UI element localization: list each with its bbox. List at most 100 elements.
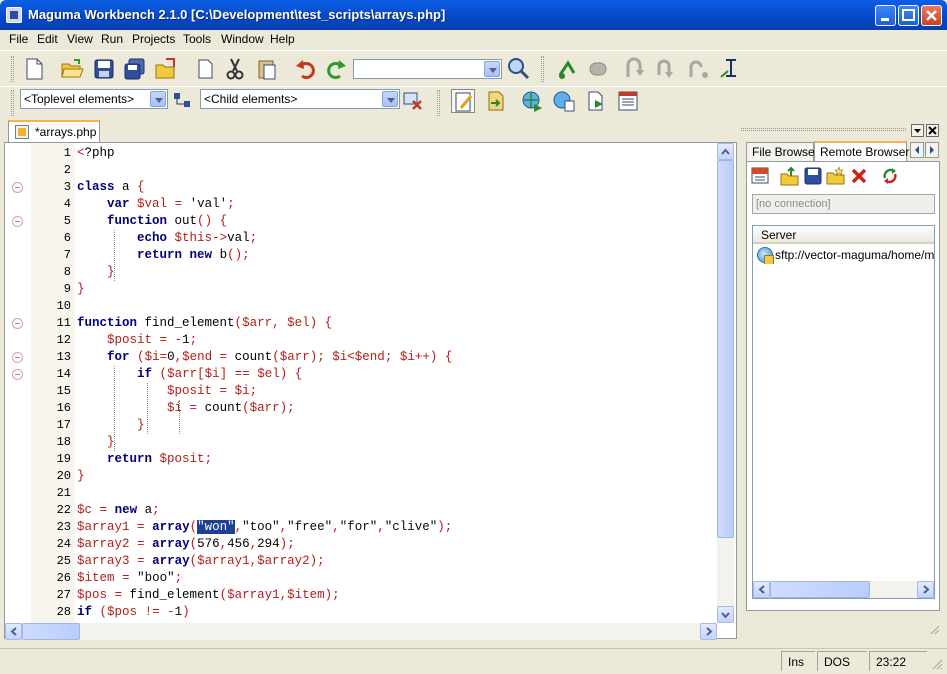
code-line[interactable]: $array2 = array(576,456,294); <box>77 536 717 553</box>
preview-web-button[interactable] <box>552 89 576 113</box>
server-list[interactable]: Server sftp://vector-maguma/home/mag <box>752 225 935 599</box>
code-line[interactable]: $i = count($arr); <box>77 400 717 417</box>
chevron-down-icon[interactable] <box>484 61 500 77</box>
code-line[interactable]: function out() { <box>77 213 717 230</box>
panel-resize-grip[interactable] <box>927 622 941 636</box>
code-line[interactable]: } <box>77 281 717 298</box>
menu-view[interactable]: View <box>67 32 93 46</box>
toolbar-grip[interactable] <box>541 56 544 82</box>
code-line[interactable]: $c = new a; <box>77 502 717 519</box>
scroll-left-button[interactable] <box>5 623 22 640</box>
tab-file-browser[interactable]: File Browser <box>746 142 819 161</box>
fold-toggle-icon[interactable] <box>12 216 23 227</box>
open-project-button[interactable] <box>154 57 178 81</box>
copy-file-button[interactable] <box>193 57 217 81</box>
fold-margin[interactable] <box>5 143 31 623</box>
tab-scroll-right-button[interactable] <box>925 142 939 158</box>
code-line[interactable]: for ($i=0,$end = count($arr); $i<$end; $… <box>77 349 717 366</box>
cut-button[interactable] <box>223 57 247 81</box>
server-list-scroll-thumb[interactable] <box>770 581 870 598</box>
menu-tools[interactable]: Tools <box>183 32 211 46</box>
code-line[interactable]: } <box>77 468 717 485</box>
edit-mode-button[interactable] <box>451 89 475 113</box>
minimize-button[interactable] <box>875 5 896 26</box>
code-line[interactable]: $posit = $i; <box>77 383 717 400</box>
code-line[interactable]: } <box>77 434 717 451</box>
code-line[interactable]: $pos = find_element($array1,$item); <box>77 587 717 604</box>
code-line[interactable]: echo $this->val; <box>77 230 717 247</box>
delete-button[interactable] <box>849 166 869 186</box>
navigate-button[interactable] <box>483 89 507 113</box>
code-line[interactable]: $item = "boo"; <box>77 570 717 587</box>
server-list-hscrollbar[interactable] <box>753 581 934 598</box>
maximize-button[interactable] <box>898 5 919 26</box>
code-line[interactable]: class a { <box>77 179 717 196</box>
menu-projects[interactable]: Projects <box>132 32 175 46</box>
horizontal-scroll-thumb[interactable] <box>22 623 80 640</box>
ftp-connect-button[interactable] <box>751 166 771 186</box>
menu-run[interactable]: Run <box>101 32 123 46</box>
vertical-scrollbar[interactable] <box>717 143 734 623</box>
tab-scroll-left-button[interactable] <box>910 142 924 158</box>
save-all-button[interactable] <box>122 57 146 81</box>
connection-field[interactable]: [no connection] <box>752 194 935 214</box>
code-line[interactable]: if ($pos != -1) <box>77 604 717 621</box>
toplevel-elements-select[interactable]: <Toplevel elements> <box>20 89 168 109</box>
paste-button[interactable] <box>255 57 279 81</box>
chevron-down-icon[interactable] <box>150 91 166 107</box>
breakpoint-button[interactable] <box>718 57 742 81</box>
search-button[interactable] <box>506 57 530 81</box>
horizontal-scrollbar[interactable] <box>5 623 717 640</box>
code-line[interactable]: <?php <box>77 145 717 162</box>
code-line[interactable]: $posit = -1; <box>77 332 717 349</box>
scroll-right-button[interactable] <box>700 623 717 640</box>
window-resize-grip[interactable] <box>930 657 944 671</box>
code-line[interactable]: return $posit; <box>77 451 717 468</box>
fold-toggle-icon[interactable] <box>12 318 23 329</box>
refresh-button[interactable] <box>880 166 900 186</box>
toolbar-grip[interactable] <box>11 90 14 116</box>
code-line[interactable] <box>77 298 717 315</box>
new-file-button[interactable] <box>22 57 46 81</box>
redo-button[interactable] <box>324 57 348 81</box>
step-into-button[interactable] <box>623 57 647 81</box>
fold-toggle-icon[interactable] <box>12 182 23 193</box>
class-tree-button[interactable] <box>171 89 195 113</box>
close-button[interactable] <box>921 5 942 26</box>
step-over-button[interactable] <box>655 57 679 81</box>
step-out-button[interactable] <box>686 57 710 81</box>
code-line[interactable]: $array3 = array($array1,$array2); <box>77 553 717 570</box>
remove-element-button[interactable] <box>401 89 425 113</box>
run-button[interactable] <box>556 57 580 81</box>
upload-button[interactable] <box>780 166 800 186</box>
open-file-button[interactable] <box>60 57 84 81</box>
fold-toggle-icon[interactable] <box>12 369 23 380</box>
undo-button[interactable] <box>294 57 318 81</box>
fold-toggle-icon[interactable] <box>12 352 23 363</box>
code-line[interactable]: return new b(); <box>77 247 717 264</box>
menu-edit[interactable]: Edit <box>37 32 58 46</box>
code-line[interactable] <box>77 162 717 179</box>
chevron-down-icon[interactable] <box>382 91 398 107</box>
scroll-up-button[interactable] <box>717 143 734 160</box>
output-panel-button[interactable] <box>616 89 640 113</box>
tab-arrays-php[interactable]: *arrays.php <box>8 120 100 142</box>
browse-web-button[interactable] <box>520 89 544 113</box>
panel-close-button[interactable] <box>926 124 939 137</box>
server-column-header[interactable]: Server <box>753 226 934 244</box>
code-area[interactable]: <?php class a { var $val = 'val'; functio… <box>77 143 717 623</box>
toolbar-grip[interactable] <box>11 56 14 82</box>
menu-file[interactable]: File <box>9 32 28 46</box>
run-script-button[interactable] <box>584 89 608 113</box>
app-icon[interactable] <box>6 7 22 23</box>
remote-save-button[interactable] <box>803 166 823 186</box>
stop-button[interactable] <box>586 57 610 81</box>
code-editor[interactable]: 1 2 3 4 5 6 7 8 9 10 11 12 13 14 15 16 17 18 19 20 21 22 23 24 2… <box>4 142 737 640</box>
save-button[interactable] <box>92 57 116 81</box>
code-line[interactable]: var $val = 'val'; <box>77 196 717 213</box>
scroll-down-button[interactable] <box>717 606 734 623</box>
code-line[interactable]: function find_element($arr, $el) { <box>77 315 717 332</box>
code-line[interactable]: $array1 = array("won","too","free","for"… <box>77 519 717 536</box>
scroll-right-button[interactable] <box>917 581 934 598</box>
search-input[interactable] <box>353 59 502 79</box>
